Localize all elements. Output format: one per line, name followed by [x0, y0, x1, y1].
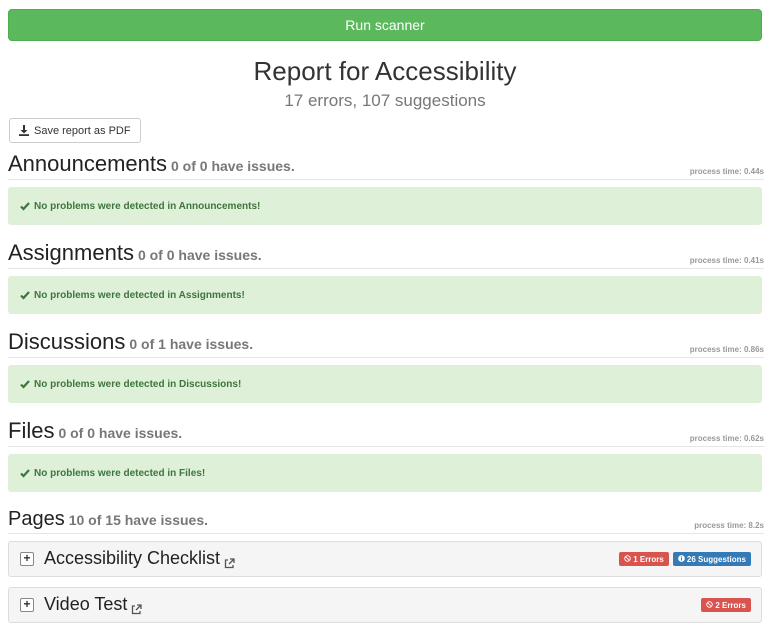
save-pdf-label: Save report as PDF	[34, 124, 131, 137]
check-icon	[20, 290, 30, 300]
process-time: process time: 0.86s	[689, 345, 764, 354]
external-link-icon	[131, 599, 143, 615]
page-row-video-test[interactable]: + Video Test 2 Errors	[8, 587, 762, 623]
section-count: 10 of 15 have issues.	[68, 512, 209, 528]
success-message: No problems were detected in Assignments…	[34, 289, 245, 301]
report-summary: 17 errors, 107 suggestions	[284, 91, 486, 110]
external-link-icon	[224, 553, 235, 569]
report-title: Report for Accessibility	[253, 56, 517, 86]
process-time: process time: 8.2s	[694, 521, 764, 530]
section-title: Files 0 of 0 have issues.	[8, 418, 183, 443]
page-link[interactable]: Video Test	[44, 594, 143, 615]
success-alert: No problems were detected in Announcemen…	[8, 187, 762, 225]
suggestions-badge-label: 26 Suggestions	[686, 554, 746, 564]
save-pdf-button[interactable]: Save report as PDF	[9, 118, 141, 143]
success-message: No problems were detected in Announcemen…	[34, 200, 261, 212]
check-icon	[20, 201, 30, 211]
section-count: 0 of 0 have issues.	[58, 425, 183, 441]
issue-badges: 1 Errors 26 Suggestions	[619, 552, 751, 566]
errors-badge[interactable]: 2 Errors	[701, 598, 751, 612]
check-icon	[20, 468, 30, 478]
page-link[interactable]: Accessibility Checklist	[44, 548, 235, 569]
download-icon	[19, 125, 29, 136]
process-time: process time: 0.41s	[689, 256, 764, 265]
errors-badge-label: 1 Errors	[633, 554, 664, 564]
suggestions-badge[interactable]: 26 Suggestions	[672, 552, 751, 566]
section-pages: Pages 10 of 15 have issues. process time:…	[8, 506, 764, 534]
ban-icon	[624, 554, 631, 564]
section-title: Assignments 0 of 0 have issues.	[8, 240, 262, 265]
section-announcements: Announcements 0 of 0 have issues. process…	[8, 151, 764, 180]
section-title: Announcements 0 of 0 have issues.	[8, 151, 295, 176]
success-alert: No problems were detected in Files!	[8, 454, 762, 492]
section-title: Discussions 0 of 1 have issues.	[8, 329, 254, 354]
run-scanner-button[interactable]: Run scanner	[8, 9, 762, 41]
ban-icon	[706, 600, 714, 610]
section-files: Files 0 of 0 have issues. process time: 0…	[8, 418, 764, 447]
section-count: 0 of 1 have issues.	[129, 336, 254, 352]
section-count: 0 of 0 have issues.	[171, 158, 295, 174]
errors-badge-label: 2 Errors	[715, 600, 746, 610]
check-icon	[20, 379, 30, 389]
expand-plus-icon[interactable]: +	[20, 552, 34, 566]
section-discussions: Discussions 0 of 1 have issues. process t…	[8, 329, 764, 358]
success-alert: No problems were detected in Discussions…	[8, 365, 762, 403]
expand-plus-icon[interactable]: +	[20, 598, 34, 612]
process-time: process time: 0.44s	[689, 167, 764, 176]
section-assignments: Assignments 0 of 0 have issues. process t…	[8, 240, 764, 269]
success-message: No problems were detected in Files!	[34, 467, 206, 479]
section-count: 0 of 0 have issues.	[137, 247, 262, 263]
page-title: Accessibility Checklist	[44, 548, 221, 568]
success-message: No problems were detected in Discussions…	[34, 378, 242, 390]
issue-badges: 2 Errors	[701, 598, 751, 612]
page-title: Video Test	[44, 594, 128, 614]
info-icon	[678, 554, 685, 564]
errors-badge[interactable]: 1 Errors	[619, 552, 669, 566]
run-scanner-label: Run scanner	[345, 17, 425, 33]
process-time: process time: 0.62s	[689, 434, 764, 443]
success-alert: No problems were detected in Assignments…	[8, 276, 762, 314]
section-title: Pages 10 of 15 have issues.	[8, 508, 209, 530]
page-row-accessibility-checklist[interactable]: + Accessibility Checklist 1 Errors 26 Su…	[8, 541, 762, 577]
